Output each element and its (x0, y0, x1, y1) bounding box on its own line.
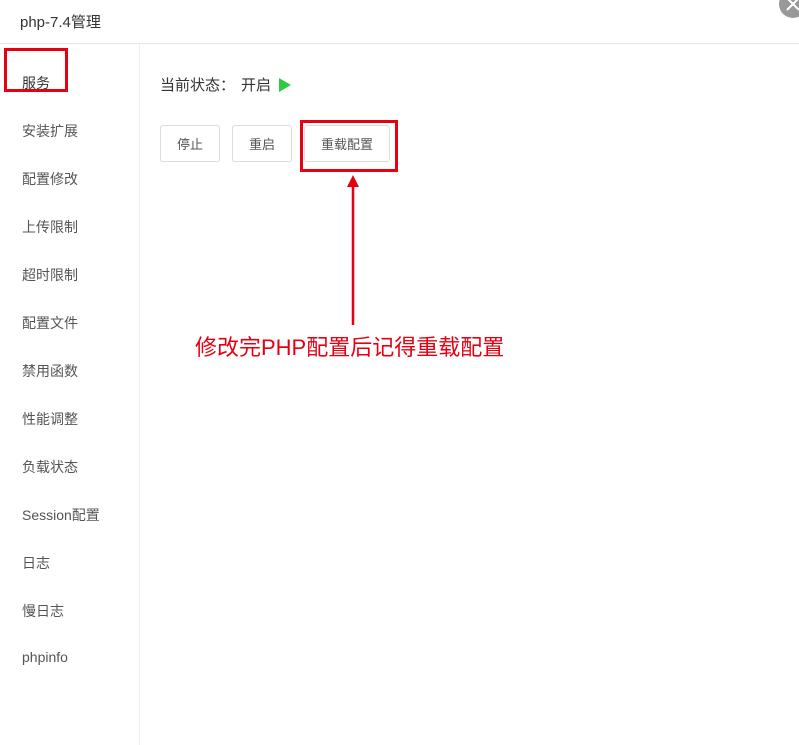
status-value: 开启 (241, 74, 271, 95)
sidebar-item-label: 负载状态 (22, 459, 78, 475)
sidebar-item-label: 性能调整 (22, 411, 78, 427)
annotation-text: 修改完PHP配置后记得重载配置 (195, 330, 504, 362)
sidebar: 服务 安装扩展 配置修改 上传限制 超时限制 配置文件 禁用函数 性能调整 负载… (0, 44, 140, 745)
sidebar-item-label: 安装扩展 (22, 123, 78, 139)
running-icon (279, 78, 291, 92)
sidebar-item-label: 配置修改 (22, 171, 78, 187)
sidebar-item-timeout-limit[interactable]: 超时限制 (0, 251, 139, 299)
sidebar-item-label: 服务 (22, 75, 50, 91)
dialog-header: php-7.4管理 (0, 0, 799, 44)
sidebar-item-label: 上传限制 (22, 219, 78, 235)
sidebar-item-label: 禁用函数 (22, 363, 78, 379)
button-row: 停止 重启 重载配置 (160, 125, 779, 162)
sidebar-item-config-edit[interactable]: 配置修改 (0, 155, 139, 203)
status-label: 当前状态： (160, 74, 235, 95)
sidebar-item-upload-limit[interactable]: 上传限制 (0, 203, 139, 251)
sidebar-item-phpinfo[interactable]: phpinfo (0, 635, 139, 679)
sidebar-item-label: Session配置 (22, 507, 100, 523)
sidebar-item-label: phpinfo (22, 649, 68, 665)
sidebar-item-disabled-functions[interactable]: 禁用函数 (0, 347, 139, 395)
sidebar-item-config-file[interactable]: 配置文件 (0, 299, 139, 347)
sidebar-item-load-status[interactable]: 负载状态 (0, 443, 139, 491)
dialog-title: php-7.4管理 (20, 11, 101, 32)
sidebar-item-session-config[interactable]: Session配置 (0, 491, 139, 539)
sidebar-item-label: 日志 (22, 555, 50, 571)
sidebar-item-label: 配置文件 (22, 315, 78, 331)
status-row: 当前状态： 开启 (160, 74, 779, 95)
main-panel: 当前状态： 开启 停止 重启 重载配置 (140, 44, 799, 745)
sidebar-item-extensions[interactable]: 安装扩展 (0, 107, 139, 155)
sidebar-item-service[interactable]: 服务 (0, 59, 139, 107)
stop-button[interactable]: 停止 (160, 125, 220, 162)
reload-config-button[interactable]: 重载配置 (304, 125, 390, 162)
sidebar-item-slow-log[interactable]: 慢日志 (0, 587, 139, 635)
close-icon[interactable] (779, 0, 799, 18)
sidebar-item-label: 慢日志 (22, 603, 64, 619)
restart-button[interactable]: 重启 (232, 125, 292, 162)
sidebar-item-performance[interactable]: 性能调整 (0, 395, 139, 443)
sidebar-item-log[interactable]: 日志 (0, 539, 139, 587)
sidebar-item-label: 超时限制 (22, 267, 78, 283)
